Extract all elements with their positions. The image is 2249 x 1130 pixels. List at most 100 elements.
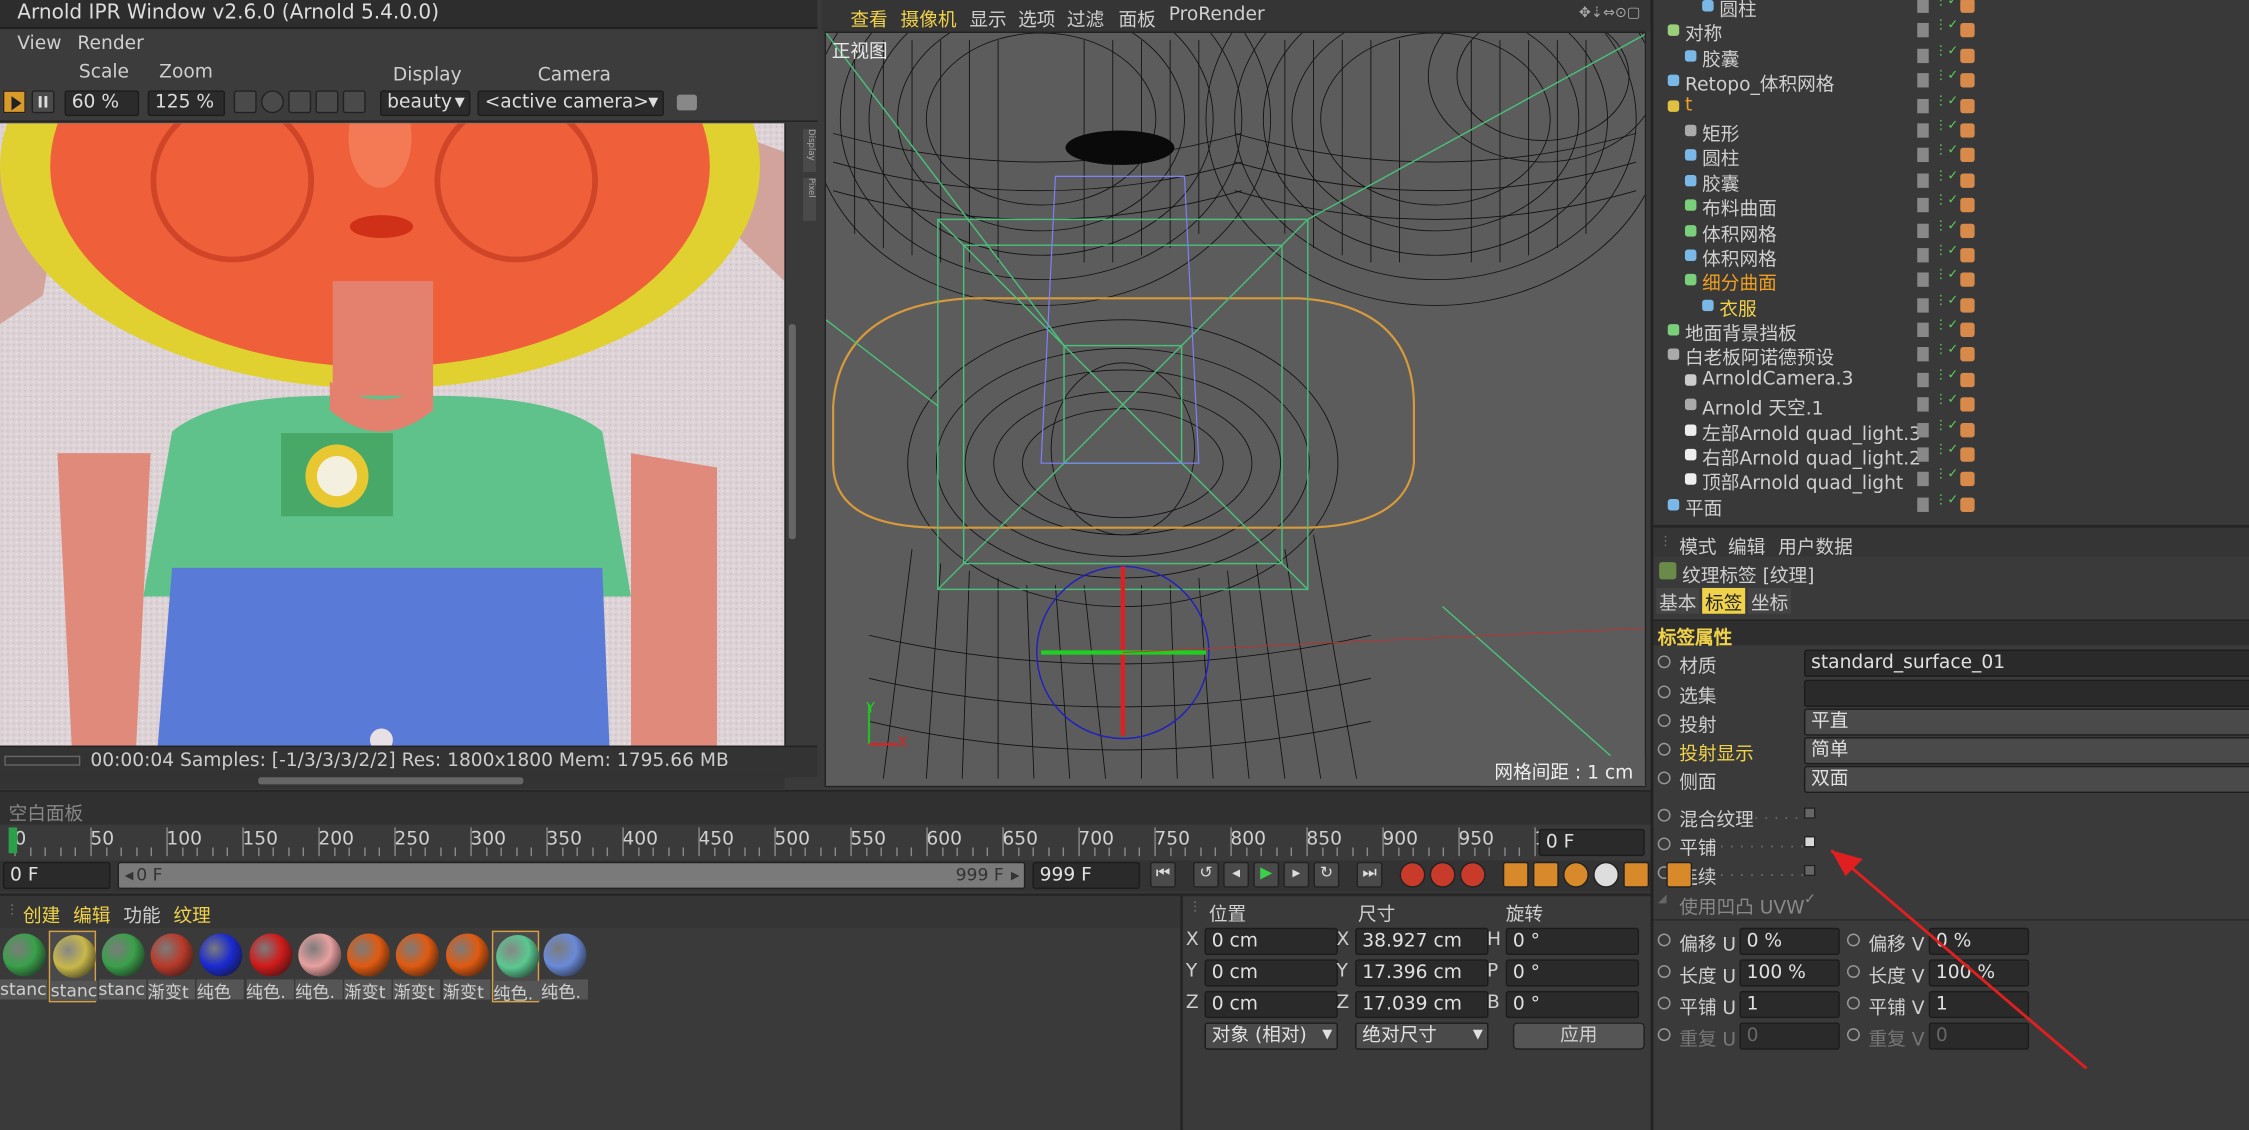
camera-dropdown[interactable]: <active camera> ▼ (477, 90, 664, 117)
coord-field[interactable]: 17.039 cm (1355, 990, 1489, 1019)
coord-field[interactable]: 0 cm (1204, 959, 1338, 987)
visibility-icon[interactable]: ⋮✓ (1934, 244, 1958, 258)
tag-icon[interactable] (1960, 472, 1975, 487)
goto-start-icon[interactable]: ⏮ (1150, 861, 1176, 888)
object-row[interactable]: t ⋮✓ (1653, 94, 2248, 119)
crop-icon[interactable] (288, 90, 312, 114)
layer-icon[interactable] (1917, 98, 1929, 113)
visibility-icon[interactable]: ⋮✓ (1934, 44, 1958, 58)
ipr-render-view[interactable] (0, 123, 785, 746)
object-row[interactable]: ArnoldCamera.3 ⋮✓ (1653, 368, 2248, 393)
tab-display[interactable]: Display (803, 129, 816, 173)
projection-dropdown[interactable]: 平直 (1803, 708, 2249, 736)
display-dropdown[interactable]: beauty ▼ (380, 90, 471, 117)
material-item[interactable]: stanc (98, 931, 146, 1003)
mat-menu-texture[interactable]: 纹理 (174, 901, 211, 928)
tab-tag[interactable]: 标签 (1702, 587, 1746, 615)
mix-checkbox[interactable] (1803, 807, 1816, 819)
record-icon[interactable] (1399, 861, 1426, 888)
object-row[interactable]: 矩形 ⋮✓ (1653, 119, 2248, 146)
layer-icon[interactable] (1917, 198, 1929, 213)
visibility-icon[interactable]: ⋮✓ (1934, 343, 1958, 357)
tag-icon[interactable] (1960, 223, 1975, 238)
layer-icon[interactable] (1917, 422, 1929, 437)
mat-menu-function[interactable]: 功能 (123, 901, 160, 928)
visibility-icon[interactable]: ⋮✓ (1934, 294, 1958, 308)
play-icon[interactable] (2, 90, 26, 114)
prev-frame-icon[interactable]: ◂ (1223, 861, 1250, 888)
layer-icon[interactable] (1917, 148, 1929, 163)
visibility-icon[interactable]: ⋮✓ (1934, 468, 1958, 482)
anim-dot[interactable] (1657, 837, 1671, 851)
grid-icon[interactable] (315, 90, 339, 114)
tag-icon[interactable] (1960, 372, 1975, 387)
menu-render[interactable]: Render (77, 33, 143, 55)
object-row[interactable]: 胶囊 ⋮✓ (1653, 44, 2248, 71)
visibility-icon[interactable]: ⋮✓ (1934, 19, 1958, 33)
anim-dot[interactable] (1657, 655, 1671, 669)
visibility-icon[interactable]: ⋮✓ (1934, 393, 1958, 407)
vp-menu-panel[interactable]: 面板 (1119, 4, 1156, 32)
side-dropdown[interactable]: 双面 (1803, 765, 2249, 794)
material-item[interactable]: 渐变t (344, 931, 392, 1003)
visibility-icon[interactable]: ⋮✓ (1934, 368, 1958, 382)
tag-icon[interactable] (1960, 48, 1975, 63)
coord-field[interactable]: 0 cm (1204, 990, 1338, 1019)
attr-menu-userdata[interactable]: 用户数据 (1778, 532, 1853, 560)
layer-icon[interactable] (1917, 297, 1929, 313)
reverse-icon[interactable]: ↻ (1313, 861, 1340, 888)
scale-key-icon[interactable] (1532, 861, 1559, 888)
zoom-dropdown[interactable]: 125 % (147, 90, 226, 117)
layer-icon[interactable] (1917, 23, 1929, 38)
visibility-icon[interactable]: ⋮✓ (1934, 269, 1958, 283)
end-frame-field[interactable]: 999 F (1032, 861, 1141, 890)
timeline-ruler[interactable]: 0 50 100 150 200 250 300 350 400 450 500 550 600 650 7… (0, 824, 1651, 859)
visibility-icon[interactable]: ⋮✓ (1934, 169, 1958, 183)
object-row[interactable]: 圆柱 ⋮✓ (1653, 144, 2248, 171)
material-item[interactable]: 纯色 (196, 931, 245, 1003)
layer-icon[interactable] (1917, 123, 1929, 138)
layer-icon[interactable] (1917, 397, 1929, 412)
layer-icon[interactable] (1917, 73, 1929, 88)
tag-icon[interactable] (1960, 0, 1975, 13)
proj-display-dropdown[interactable]: 简单 (1803, 737, 2249, 765)
tag-icon[interactable] (1960, 447, 1975, 462)
visibility-icon[interactable]: ⋮✓ (1934, 194, 1958, 208)
material-item[interactable]: 纯色. (295, 931, 343, 1003)
visibility-icon[interactable]: ⋮✓ (1934, 94, 1958, 108)
layer-icon[interactable] (1917, 48, 1929, 63)
vp-nav-icons[interactable]: ✥⇣⇔⊙▢ (1579, 6, 1641, 22)
selection-field[interactable] (1803, 679, 2249, 707)
material-item[interactable]: stanc (0, 931, 48, 1003)
object-row[interactable]: 胶囊 ⋮✓ (1653, 169, 2248, 196)
tab-basic[interactable]: 基本 (1656, 587, 1700, 615)
layer-icon[interactable] (1917, 247, 1929, 263)
material-item[interactable]: stanc (49, 930, 98, 1003)
tag-icon[interactable] (1960, 123, 1975, 138)
material-item[interactable]: 渐变t (442, 931, 490, 1003)
layer-icon[interactable] (1917, 372, 1929, 387)
object-row[interactable]: Arnold 天空.1 ⋮✓ (1653, 393, 2248, 421)
visibility-icon[interactable]: ⋮✓ (1934, 418, 1958, 432)
object-row[interactable]: 衣服 ⋮✓ (1653, 294, 2248, 321)
vp-menu-display[interactable]: 显示 (969, 4, 1006, 32)
material-item[interactable]: 纯色. (245, 931, 294, 1003)
visibility-icon[interactable]: ⋮✓ (1934, 443, 1958, 457)
tab-pixel[interactable]: Pixel (803, 177, 816, 221)
tag-icon[interactable] (1960, 397, 1975, 412)
visibility-icon[interactable]: ⋮✓ (1934, 144, 1958, 158)
current-frame-field[interactable]: 0 F (1538, 828, 1645, 857)
ipr-vscroll[interactable] (788, 324, 796, 540)
menu-view[interactable]: View (17, 33, 61, 55)
object-row[interactable]: 体积网格 ⋮✓ (1653, 219, 2248, 246)
playhead[interactable] (8, 827, 18, 854)
timeline-icon[interactable] (1666, 861, 1693, 888)
tag-icon[interactable] (1960, 422, 1975, 437)
viewport-3d[interactable]: 正视图 Y X 网格间距 : 1 cm (824, 31, 1647, 788)
layer-icon[interactable] (1917, 272, 1929, 288)
tag-icon[interactable] (1960, 173, 1975, 188)
tag-icon[interactable] (1960, 322, 1975, 338)
vp-menu-view[interactable]: 查看 (850, 4, 887, 32)
tag-icon[interactable] (1960, 73, 1975, 88)
object-row[interactable]: 布料曲面 ⋮✓ (1653, 194, 2248, 221)
